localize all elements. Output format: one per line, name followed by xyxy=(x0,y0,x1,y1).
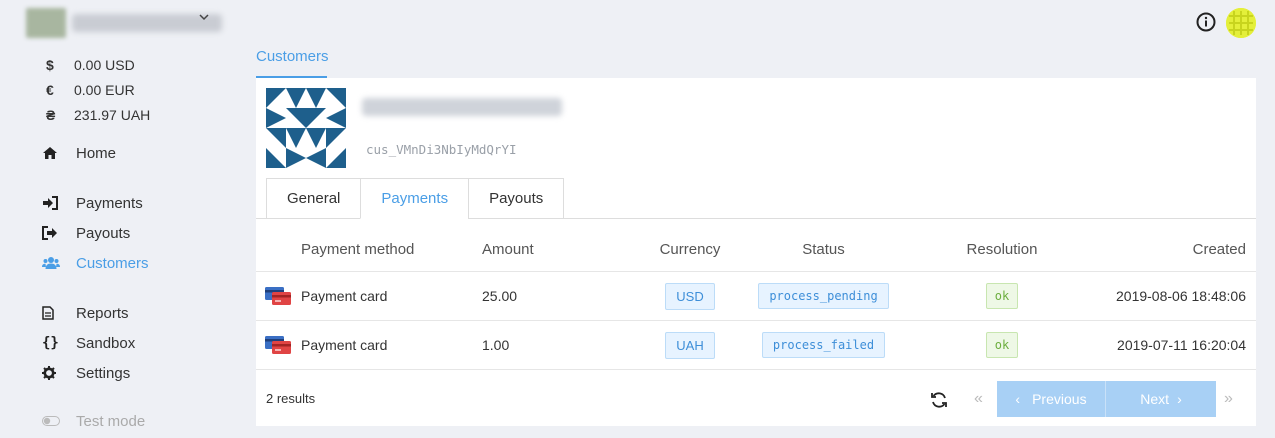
tab-general[interactable]: General xyxy=(266,178,361,219)
sidebar-item-customers[interactable]: Customers xyxy=(42,248,149,278)
test-mode-label: Test mode xyxy=(76,412,146,430)
resolution-badge: ok xyxy=(985,332,1019,358)
status-badge: process_pending xyxy=(758,283,889,309)
currency-badge: UAH xyxy=(665,331,715,359)
sidebar-item-label: Payments xyxy=(76,194,143,212)
credit-card-icon xyxy=(265,336,291,354)
payments-table: Payment method Amount Currency Status Re… xyxy=(256,228,1256,370)
payment-method: Payment card xyxy=(301,288,388,304)
sidebar-item-label: Home xyxy=(76,144,117,162)
results-count: 2 results xyxy=(266,391,316,406)
previous-label: Previous xyxy=(1032,391,1087,407)
sidebar-item-home[interactable]: Home xyxy=(42,138,116,168)
sidebar-item-sandbox[interactable]: {} Sandbox xyxy=(42,328,135,358)
customer-identicon xyxy=(266,88,346,168)
last-page-icon[interactable]: » xyxy=(1224,390,1233,408)
payment-amount: 25.00 xyxy=(482,288,518,304)
sidebar-item-payouts[interactable]: Payouts xyxy=(42,218,149,248)
payment-amount: 1.00 xyxy=(482,337,510,353)
payment-created: 2019-07-11 16:20:04 xyxy=(1117,337,1246,353)
hryvnia-icon: ₴ xyxy=(46,106,56,123)
account-switcher[interactable] xyxy=(26,6,222,40)
col-header-status[interactable]: Status xyxy=(746,228,901,271)
next-button[interactable]: Next › xyxy=(1106,381,1216,417)
col-header-created[interactable]: Created xyxy=(1193,228,1246,271)
dollar-icon: $ xyxy=(46,56,54,73)
breadcrumb-label: Customers xyxy=(256,48,329,65)
resolution-cell: ok xyxy=(952,272,1052,320)
sidebar-item-label: Sandbox xyxy=(76,334,136,352)
sidebar-item-reports[interactable]: Reports xyxy=(42,298,135,328)
balance-eur: € 0.00 EUR xyxy=(44,77,150,102)
balance-amount: 0.00 USD xyxy=(74,56,135,73)
users-icon xyxy=(42,256,76,270)
chevron-left-icon: ‹ xyxy=(1015,391,1021,407)
code-braces-icon: {} xyxy=(42,335,59,351)
toggle-off-icon xyxy=(42,416,76,426)
sidebar-item-payments[interactable]: Payments xyxy=(42,188,149,218)
pagination: ‹ Previous Next › xyxy=(997,381,1216,417)
account-avatar xyxy=(26,8,66,38)
table-header: Payment method Amount Currency Status Re… xyxy=(256,228,1256,272)
nav-group-main: Home xyxy=(42,138,116,168)
refresh-icon[interactable] xyxy=(930,391,948,409)
customer-tabs: General Payments Payouts xyxy=(266,178,565,219)
tab-payments[interactable]: Payments xyxy=(360,178,469,219)
nav-group-mode: Test mode xyxy=(42,406,145,436)
col-header-resolution[interactable]: Resolution xyxy=(952,228,1052,271)
status-cell: process_failed xyxy=(746,321,901,369)
next-label: Next xyxy=(1140,391,1170,407)
file-icon xyxy=(42,306,76,320)
currency-cell: UAH xyxy=(660,321,720,369)
resolution-badge: ok xyxy=(985,283,1019,309)
payment-method: Payment card xyxy=(301,337,388,353)
sidebar-item-label: Settings xyxy=(76,364,131,382)
sign-out-icon xyxy=(42,226,76,240)
breadcrumb[interactable]: Customers xyxy=(256,48,329,78)
status-badge: process_failed xyxy=(761,332,886,358)
tab-payouts[interactable]: Payouts xyxy=(468,178,565,219)
customer-panel: cus_VMnDi3NbIyMdQrYI General Payments Pa… xyxy=(256,78,1256,426)
resolution-cell: ok xyxy=(952,321,1052,369)
col-header-method[interactable]: Payment method xyxy=(301,228,414,271)
status-cell: process_pending xyxy=(746,272,901,320)
balance-amount: 231.97 UAH xyxy=(74,106,151,123)
balance-uah: ₴ 231.97 UAH xyxy=(44,102,150,127)
previous-button[interactable]: ‹ Previous xyxy=(997,381,1106,417)
user-avatar[interactable] xyxy=(1226,8,1256,38)
sidebar: $ 0.00 USD € 0.00 EUR ₴ 231.97 UAH Home … xyxy=(0,0,240,438)
credit-card-icon xyxy=(265,287,291,305)
balances: $ 0.00 USD € 0.00 EUR ₴ 231.97 UAH xyxy=(44,52,150,127)
sign-in-icon xyxy=(42,196,76,210)
gear-icon xyxy=(42,366,76,380)
first-page-icon[interactable]: « xyxy=(974,390,983,408)
info-icon[interactable] xyxy=(1196,12,1216,32)
sidebar-item-label: Payouts xyxy=(76,224,131,242)
col-header-amount[interactable]: Amount xyxy=(482,228,534,271)
sidebar-item-label: Customers xyxy=(76,254,149,272)
sidebar-item-label: Reports xyxy=(76,304,129,322)
sidebar-item-settings[interactable]: Settings xyxy=(42,358,135,388)
currency-cell: USD xyxy=(660,272,720,320)
col-header-currency[interactable]: Currency xyxy=(660,228,721,271)
table-row[interactable]: Payment card 1.00 UAH process_failed ok … xyxy=(256,321,1256,370)
customer-email xyxy=(362,98,562,116)
chevron-down-icon[interactable] xyxy=(198,11,210,23)
table-row[interactable]: Payment card 25.00 USD process_pending o… xyxy=(256,272,1256,321)
payment-created: 2019-08-06 18:48:06 xyxy=(1116,288,1246,304)
chevron-right-icon: › xyxy=(1177,391,1182,407)
home-icon xyxy=(42,146,76,160)
customer-id: cus_VMnDi3NbIyMdQrYI xyxy=(366,142,517,157)
balance-amount: 0.00 EUR xyxy=(74,81,135,98)
currency-badge: USD xyxy=(665,282,715,310)
balance-usd: $ 0.00 USD xyxy=(44,52,150,77)
nav-group-transactions: Payments Payouts Customers xyxy=(42,188,149,278)
table-footer: 2 results « ‹ Previous Next › » xyxy=(256,381,1256,421)
euro-icon: € xyxy=(46,81,54,98)
nav-group-tools: Reports {} Sandbox Settings xyxy=(42,298,135,388)
test-mode-toggle[interactable]: Test mode xyxy=(42,406,145,436)
